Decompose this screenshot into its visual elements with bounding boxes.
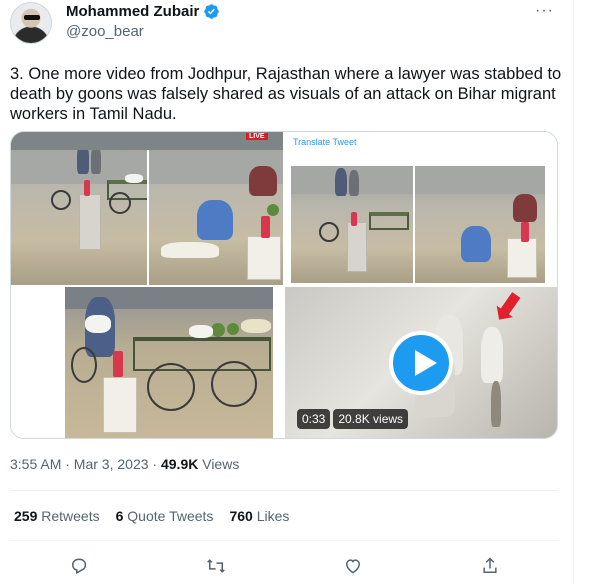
tweet-actions: [10, 552, 558, 580]
media-photo-2[interactable]: Translate Tweet: [285, 132, 557, 285]
divider-bottom: [10, 540, 558, 541]
translate-tweet-link[interactable]: Translate Tweet: [293, 137, 357, 147]
retweet-button[interactable]: [204, 554, 228, 578]
verified-badge-icon: [204, 4, 220, 19]
reply-icon: [71, 558, 86, 575]
media-grid: LIVE Translate Tweet 0:33 20.8K views: [10, 131, 558, 439]
likes-stat[interactable]: 760 Likes: [229, 508, 289, 524]
video-view-count: 20.8K views: [333, 409, 409, 429]
video-badges: 0:33 20.8K views: [297, 409, 409, 429]
avatar[interactable]: [10, 2, 52, 44]
video-duration: 0:33: [297, 409, 331, 429]
live-badge: LIVE: [246, 133, 268, 140]
video-play-button[interactable]: [389, 331, 453, 395]
quotes-label: Quote Tweets: [127, 508, 214, 524]
more-options-icon[interactable]: ···: [535, 2, 554, 20]
media-video[interactable]: 0:33 20.8K views: [285, 287, 557, 438]
retweet-icon: [206, 559, 225, 573]
likes-count: 760: [229, 508, 253, 524]
reply-button[interactable]: [67, 554, 91, 578]
tweet-detail: Mohammed Zubair @zoo_bear ··· 3. One mor…: [0, 0, 574, 584]
share-button[interactable]: [478, 554, 502, 578]
views-count[interactable]: 49.9K: [161, 456, 198, 472]
tweet-header: Mohammed Zubair @zoo_bear ···: [10, 2, 560, 46]
quotes-count: 6: [115, 508, 124, 524]
tweet-time[interactable]: 3:55 AM · Mar 3, 2023: [10, 456, 149, 472]
retweets-label: Retweets: [41, 508, 100, 524]
retweets-count: 259: [14, 508, 38, 524]
media-photo-3[interactable]: [11, 287, 283, 438]
author-name[interactable]: Mohammed Zubair: [66, 3, 199, 20]
tweet-timestamp: 3:55 AM · Mar 3, 2023 · 49.9K Views: [10, 456, 239, 472]
divider-top: [10, 490, 558, 491]
like-button[interactable]: [341, 554, 365, 578]
share-icon: [482, 557, 497, 573]
media-photo-1[interactable]: LIVE: [11, 132, 283, 285]
tweet-text: 3. One more video from Jodhpur, Rajastha…: [10, 65, 562, 123]
engagement-stats: 259 Retweets 6 Quote Tweets 760 Likes: [14, 508, 289, 524]
quotes-stat[interactable]: 6 Quote Tweets: [116, 508, 214, 524]
author-handle[interactable]: @zoo_bear: [66, 23, 144, 40]
retweets-stat[interactable]: 259 Retweets: [14, 508, 100, 524]
views-label: Views: [202, 456, 240, 472]
timestamp-separator: ·: [152, 456, 158, 472]
author-name-row[interactable]: Mohammed Zubair: [66, 3, 220, 20]
heart-icon: [345, 559, 360, 574]
likes-label: Likes: [256, 508, 290, 524]
